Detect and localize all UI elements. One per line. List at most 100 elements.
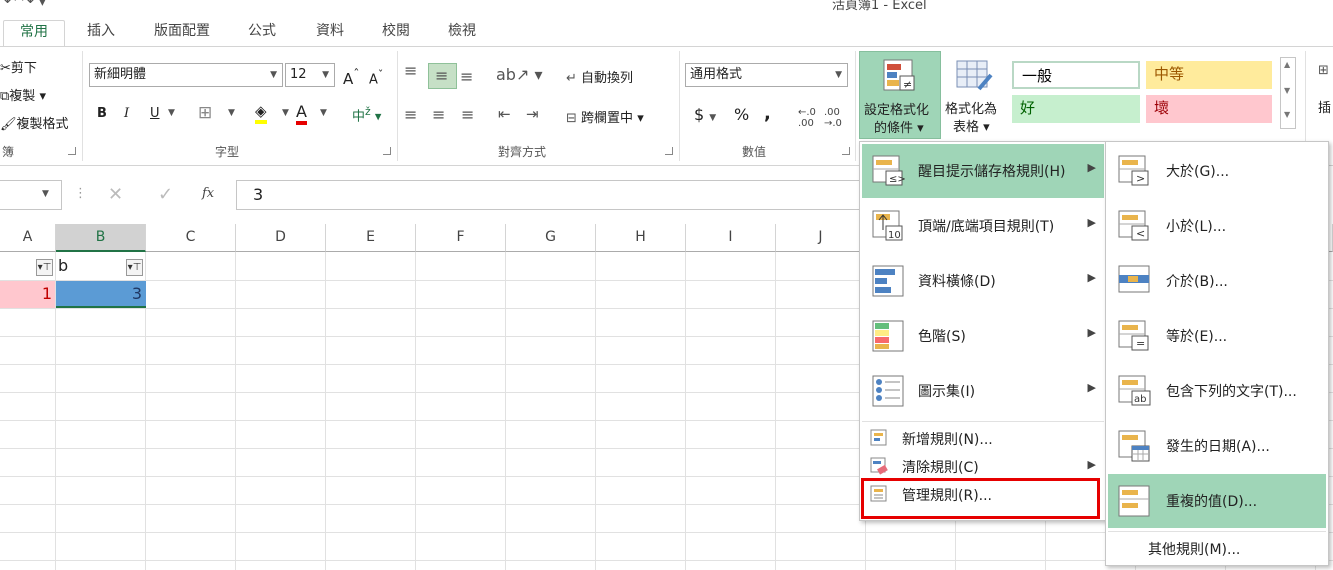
chevron-down-icon[interactable]: ▼ <box>320 108 327 118</box>
chevron-down-icon[interactable]: ▼ <box>1284 86 1290 95</box>
cell-a2[interactable]: 1 <box>0 281 55 308</box>
enter-icon[interactable]: ✓ <box>158 184 173 205</box>
chevron-down-icon[interactable]: ▼ <box>168 108 175 118</box>
increase-indent-icon[interactable]: ⇥ <box>526 105 539 123</box>
align-left-icon[interactable]: ≡ <box>404 105 417 124</box>
name-box[interactable]: ▼ <box>0 180 62 210</box>
chevron-down-icon[interactable]: ▼ <box>42 189 49 199</box>
shrink-font-button[interactable]: Aˇ <box>369 68 383 87</box>
font-size-select[interactable]: 12 ▼ <box>285 63 335 87</box>
wrap-text-button[interactable]: ↵ 自動換列 <box>566 67 633 86</box>
filter-dropdown-b[interactable]: ▾⊤ <box>126 259 143 276</box>
bold-button[interactable]: B <box>97 106 107 121</box>
cell-b2[interactable]: 3 <box>56 281 146 308</box>
conditional-formatting-menu: ≤> 醒目提示儲存格規則(H) ▶ 10 頂端/底端項目規則(T) ▶ 資料橫條(D… <box>859 141 1107 521</box>
font-launcher-icon[interactable] <box>383 147 391 155</box>
align-center-icon[interactable]: ≡ <box>432 105 445 124</box>
percent-button[interactable]: % <box>734 105 749 124</box>
format-painter-button[interactable]: 🖌複製格式 <box>0 113 69 132</box>
menu-item-highlight-cells-rules[interactable]: ≤> 醒目提示儲存格規則(H) ▶ <box>862 144 1104 198</box>
submenu-item-between[interactable]: 介於(B)... <box>1108 254 1326 308</box>
italic-button[interactable]: I <box>124 106 129 121</box>
menu-item-new-rule[interactable]: 新增規則(N)... <box>862 425 1104 451</box>
number-launcher-icon[interactable] <box>842 147 850 155</box>
fill-color-button[interactable]: ◈ <box>255 102 267 124</box>
font-name-select[interactable]: 新細明體 ▼ <box>89 63 283 87</box>
currency-button[interactable]: $ ▼ <box>694 105 716 124</box>
submenu-item-more-rules[interactable]: 其他規則(M)... <box>1108 535 1326 561</box>
menu-item-icon-sets[interactable]: 圖示集(I) ▶ <box>862 364 1104 418</box>
chevron-up-icon[interactable]: ▲ <box>1284 60 1290 69</box>
chevron-down-icon[interactable]: ▼ <box>228 108 235 118</box>
submenu-item-less-than[interactable]: < 小於(L)... <box>1108 199 1326 253</box>
menu-item-clear-rules[interactable]: 清除規則(C) ▶ <box>862 453 1104 479</box>
copy-button[interactable]: ⧉複製 ▾ <box>0 85 46 104</box>
insert-function-button[interactable]: fx <box>202 186 214 201</box>
formula-input[interactable]: 3 <box>236 180 876 210</box>
align-right-icon[interactable]: ≡ <box>461 105 474 124</box>
column-header-g[interactable]: G <box>506 224 596 252</box>
style-bad[interactable]: 壞 <box>1146 95 1272 123</box>
align-middle-button[interactable]: ≡ <box>428 63 457 89</box>
divider <box>82 51 83 161</box>
font-color-button[interactable]: A <box>296 102 307 125</box>
alignment-group-label: 對齊方式 <box>498 145 547 159</box>
menu-item-top-bottom-rules[interactable]: 10 頂端/底端項目規則(T) ▶ <box>862 199 1104 253</box>
chevron-down-icon[interactable]: ▼ <box>282 108 289 118</box>
quick-access-toolbar[interactable]: ↶ ↷ ▾ <box>4 0 46 10</box>
cancel-icon[interactable]: ✕ <box>108 184 123 205</box>
column-header-j[interactable]: J <box>776 224 866 252</box>
tab-view[interactable]: 檢視 <box>440 20 484 47</box>
insert-cells-label[interactable]: 插 <box>1318 97 1331 116</box>
tab-formulas[interactable]: 公式 <box>240 20 284 47</box>
merge-center-button[interactable]: ⊟ 跨欄置中 ▾ <box>566 107 644 126</box>
column-header-h[interactable]: H <box>596 224 686 252</box>
column-header-i[interactable]: I <box>686 224 776 252</box>
column-header-e[interactable]: E <box>326 224 416 252</box>
style-normal[interactable]: 一般 <box>1012 61 1140 89</box>
number-format-select[interactable]: 通用格式 ▼ <box>685 63 848 87</box>
tab-insert[interactable]: 插入 <box>80 20 122 47</box>
filter-dropdown-a[interactable]: ▾⊤ <box>36 259 53 276</box>
align-bottom-icon[interactable]: ≡ <box>460 67 473 86</box>
orientation-icon[interactable]: ab↗ ▾ <box>496 65 542 84</box>
phonetic-button[interactable]: 中ž ▾ <box>352 105 381 124</box>
more-styles-icon[interactable]: ▼ <box>1284 110 1290 119</box>
svg-text:≠: ≠ <box>903 78 912 91</box>
menu-item-data-bars[interactable]: 資料橫條(D) ▶ <box>862 254 1104 308</box>
tab-page-layout[interactable]: 版面配置 <box>146 20 218 47</box>
tab-data[interactable]: 資料 <box>308 20 352 47</box>
borders-icon[interactable]: ⊞ <box>198 103 212 123</box>
submenu-item-date-occurring[interactable]: 發生的日期(A)... <box>1108 419 1326 473</box>
format-painter-label: 複製格式 <box>16 117 69 132</box>
comma-button[interactable]: , <box>764 103 771 124</box>
submenu-item-equal-to[interactable]: = 等於(E)... <box>1108 309 1326 363</box>
increase-decimal-button[interactable]: ←.0.00 <box>798 107 816 129</box>
cell-b1[interactable]: b <box>58 253 68 279</box>
submenu-item-text-contains[interactable]: ab 包含下列的文字(T)... <box>1108 364 1326 418</box>
style-gallery-scrollbar[interactable]: ▲ ▼ ▼ <box>1280 57 1296 129</box>
tab-review[interactable]: 校閱 <box>374 20 418 47</box>
menu-item-color-scales[interactable]: 色階(S) ▶ <box>862 309 1104 363</box>
alignment-launcher-icon[interactable] <box>665 147 673 155</box>
decrease-decimal-button[interactable]: .00 →.0 <box>824 107 842 129</box>
submenu-item-greater-than[interactable]: > 大於(G)... <box>1108 144 1326 198</box>
insert-cells-icon[interactable]: ⊞ <box>1318 63 1329 78</box>
cut-button[interactable]: ✂剪下 <box>0 57 37 76</box>
column-header-b[interactable]: B <box>56 224 146 252</box>
conditional-formatting-button[interactable]: ≠ 設定格式化 的條件 ▾ <box>859 51 941 139</box>
grow-font-button[interactable]: Aˆ <box>343 66 360 88</box>
underline-button[interactable]: U <box>150 106 160 121</box>
clipboard-launcher-icon[interactable] <box>68 147 76 155</box>
style-neutral[interactable]: 中等 <box>1146 61 1272 89</box>
style-good[interactable]: 好 <box>1012 95 1140 123</box>
decrease-indent-icon[interactable]: ⇤ <box>498 105 511 123</box>
align-top-icon[interactable]: ≡ <box>404 61 417 80</box>
column-header-d[interactable]: D <box>236 224 326 252</box>
column-header-a[interactable]: A <box>0 224 56 252</box>
column-header-f[interactable]: F <box>416 224 506 252</box>
column-header-c[interactable]: C <box>146 224 236 252</box>
format-as-table-button[interactable]: 格式化為 表格 ▾ <box>943 51 1007 139</box>
submenu-item-duplicate-values[interactable]: 重複的值(D)... <box>1108 474 1326 528</box>
tab-home[interactable]: 常用 <box>3 20 65 47</box>
